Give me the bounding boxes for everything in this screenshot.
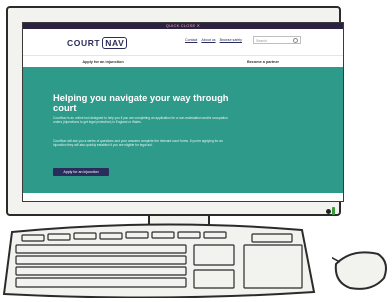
apply-button[interactable]: Apply for an injunction xyxy=(53,168,109,176)
link-browse-safely[interactable]: Browse safely xyxy=(220,38,242,42)
search-icon[interactable] xyxy=(293,38,298,43)
hero-title: Helping you navigate your way through co… xyxy=(53,92,229,113)
courtnav-logo[interactable]: COURT NAV xyxy=(67,36,128,49)
monitor: QUICK CLOSE ✕ COURT NAV Contact About us… xyxy=(6,6,344,216)
power-led-icon xyxy=(332,207,335,215)
keyboard xyxy=(2,223,316,298)
hero-paragraph-2: CourtNav will ask you a series of questi… xyxy=(53,139,223,148)
logo-nav: NAV xyxy=(102,36,128,49)
close-icon[interactable]: ✕ xyxy=(197,23,201,28)
link-contact[interactable]: Contact xyxy=(185,38,197,42)
mouse xyxy=(332,251,387,290)
top-links: Contact About us Browse safely xyxy=(185,38,242,42)
search-placeholder: Search xyxy=(256,39,268,43)
hero-section: Helping you navigate your way through co… xyxy=(23,67,343,193)
power-button-icon[interactable] xyxy=(326,209,331,214)
quick-close-label[interactable]: QUICK CLOSE xyxy=(166,23,196,28)
link-about[interactable]: About us xyxy=(201,38,215,42)
site-header: COURT NAV Contact About us Browse safely… xyxy=(23,29,343,55)
hero-paragraph-1: CourtNav is an online tool designed to h… xyxy=(53,116,228,125)
logo-court: COURT xyxy=(67,37,101,48)
screen: QUICK CLOSE ✕ COURT NAV Contact About us… xyxy=(22,22,344,202)
search-input[interactable]: Search xyxy=(253,36,301,44)
